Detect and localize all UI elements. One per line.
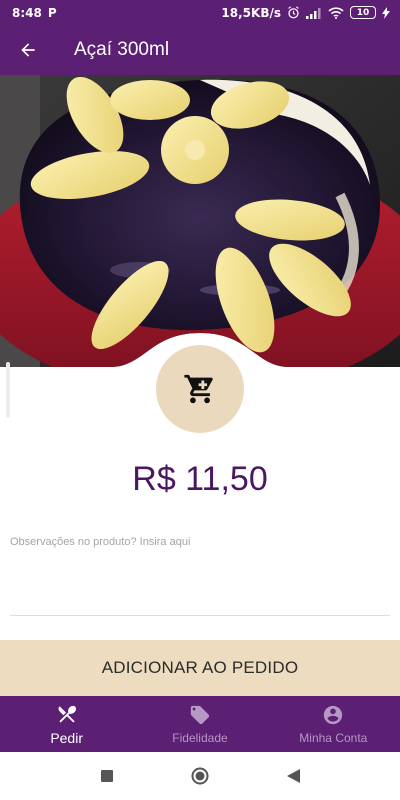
wifi-icon bbox=[328, 6, 344, 19]
triangle-back-icon bbox=[286, 769, 300, 783]
nav-item-pedir[interactable]: Pedir bbox=[0, 696, 133, 752]
status-right: 18,5KB/s 10 bbox=[221, 6, 390, 20]
product-image bbox=[0, 75, 400, 367]
app-notification-icon: P bbox=[47, 5, 57, 20]
status-time: 8:48 bbox=[12, 5, 42, 20]
bottom-nav: Pedir Fidelidade Minha Conta bbox=[0, 696, 400, 752]
product-price: R$ 11,50 bbox=[132, 460, 268, 498]
nav-label-minha-conta: Minha Conta bbox=[299, 730, 368, 745]
circle-icon bbox=[191, 767, 209, 785]
charging-icon bbox=[382, 6, 390, 19]
alarm-icon bbox=[287, 6, 300, 19]
back-system-button[interactable] bbox=[273, 756, 313, 796]
scroll-indicator bbox=[6, 362, 10, 418]
square-icon bbox=[100, 770, 113, 782]
page-title: Açaí 300ml bbox=[74, 39, 170, 60]
status-bar: 8:48 P 18,5KB/s 10 bbox=[0, 0, 400, 25]
notes-field-wrapper bbox=[10, 530, 390, 616]
account-icon bbox=[324, 705, 343, 724]
nav-label-pedir: Pedir bbox=[50, 729, 83, 746]
battery-icon: 10 bbox=[350, 6, 376, 19]
utensils-icon bbox=[58, 705, 76, 723]
shopping-cart-icon bbox=[184, 374, 213, 404]
nav-label-fidelidade: Fidelidade bbox=[172, 730, 228, 745]
cart-button[interactable] bbox=[156, 345, 244, 433]
arrow-back-icon bbox=[21, 43, 35, 57]
home-button[interactable] bbox=[180, 756, 220, 796]
tag-icon bbox=[190, 705, 210, 724]
network-speed: 18,5KB/s bbox=[221, 5, 281, 20]
app-bar: Açaí 300ml bbox=[0, 25, 400, 75]
add-to-order-button[interactable]: ADICIONAR AO PEDIDO bbox=[0, 640, 400, 696]
back-button[interactable] bbox=[0, 25, 56, 75]
status-left: 8:48 P bbox=[12, 6, 57, 20]
notes-input[interactable] bbox=[10, 530, 390, 615]
recent-apps-button[interactable] bbox=[87, 756, 127, 796]
signal-icon bbox=[306, 7, 322, 19]
system-nav-bar bbox=[0, 752, 400, 800]
nav-item-minha-conta[interactable]: Minha Conta bbox=[267, 696, 400, 752]
nav-item-fidelidade[interactable]: Fidelidade bbox=[133, 696, 266, 752]
